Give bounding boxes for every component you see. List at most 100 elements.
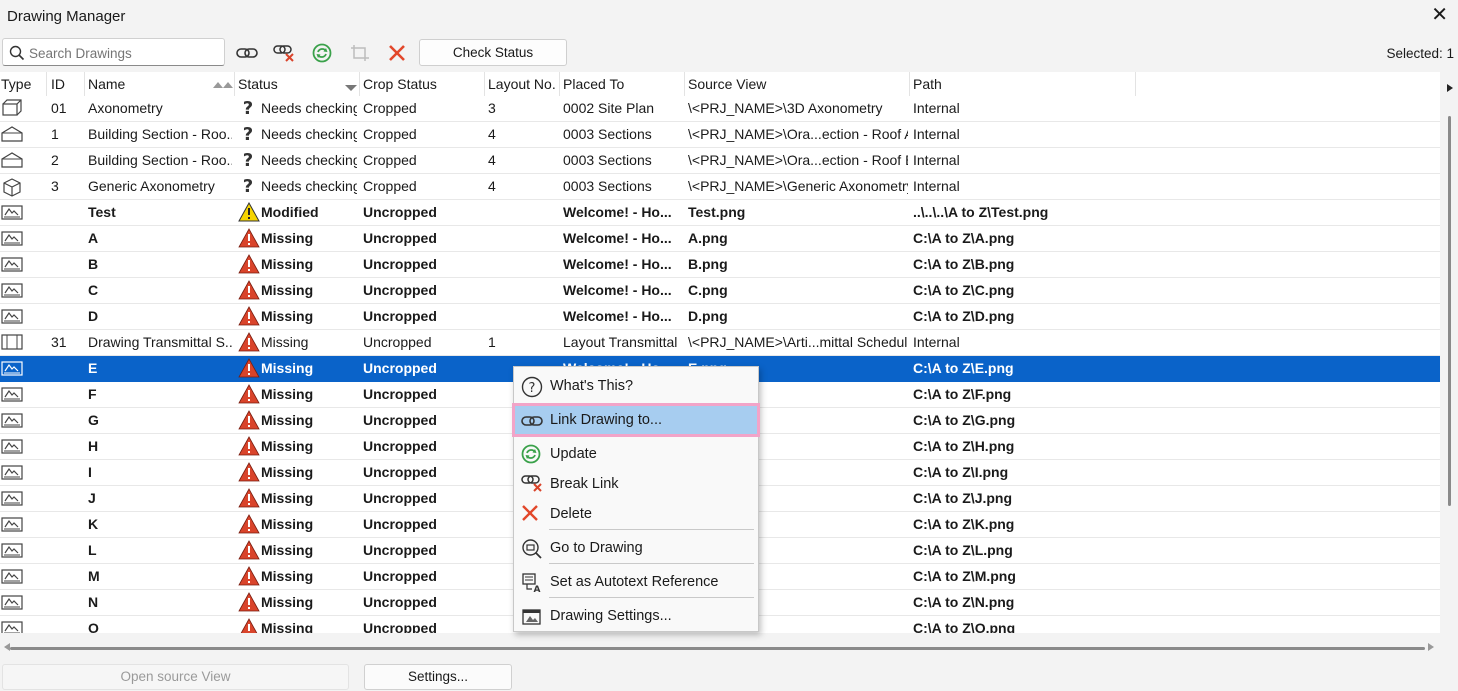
cell-status: Missing — [261, 542, 314, 558]
update-icon[interactable] — [310, 42, 334, 64]
image-icon — [1, 385, 23, 406]
scroll-right-arrow-icon[interactable] — [1447, 80, 1453, 95]
table-row[interactable]: ? 01 Axonometry Needs checking Cropped 3 0002 … — [0, 96, 1440, 122]
error-icon — [238, 566, 260, 589]
image-icon — [1, 307, 23, 328]
table-row[interactable]: C Missing Uncropped Welcome! - Ho... C.png C:… — [0, 278, 1440, 304]
open-source-view-button[interactable]: Open source View — [2, 664, 349, 690]
image-icon — [1, 567, 23, 588]
menu-item-link-drawing[interactable]: Link Drawing to... — [512, 403, 760, 437]
cell-name: A — [88, 230, 99, 246]
cell-status: Missing — [261, 308, 314, 324]
cell-source-view: \<PRJ_NAME>\Ora...ection - Roof A — [688, 126, 908, 142]
col-status[interactable]: Status — [238, 76, 278, 92]
col-type[interactable]: Type — [1, 76, 31, 92]
horizontal-scrollbar[interactable] — [0, 633, 1440, 653]
cell-crop-status: Cropped — [363, 126, 417, 142]
cell-path: C:\A to Z\D.png — [913, 308, 1015, 324]
context-menu: ? What's This? Link Drawing to... Update… — [512, 366, 760, 632]
cell-status: Missing — [261, 230, 314, 246]
cell-name: Generic Axonometry — [88, 178, 215, 194]
col-id[interactable]: ID — [51, 76, 65, 92]
cell-placed-to: Layout Transmittal — [563, 334, 678, 350]
table-row[interactable]: D Missing Uncropped Welcome! - Ho... D.png C:… — [0, 304, 1440, 330]
cell-placed-to: 0003 Sections — [563, 152, 652, 168]
col-crop-status[interactable]: Crop Status — [363, 76, 437, 92]
cell-name: J — [88, 490, 96, 506]
help-icon: ? — [521, 376, 543, 401]
menu-item-drawing-settings[interactable]: Drawing Settings... — [515, 602, 757, 630]
cell-status: Missing — [261, 282, 314, 298]
image-icon — [1, 463, 23, 484]
error-icon — [238, 332, 260, 355]
axonometry-icon — [1, 99, 23, 120]
menu-item-update[interactable]: Update — [515, 440, 757, 468]
error-icon — [238, 436, 260, 459]
image-icon — [1, 541, 23, 562]
link-icon[interactable] — [235, 42, 259, 64]
title-bar: Drawing Manager ✕ — [0, 0, 1458, 34]
svg-text:?: ? — [243, 150, 253, 170]
vertical-scrollbar[interactable] — [1440, 72, 1458, 633]
cell-crop-status: Uncropped — [363, 282, 437, 298]
autotext-icon: A — [521, 572, 543, 597]
col-name[interactable]: Name — [88, 76, 125, 92]
cell-source-view: Test.png — [688, 204, 746, 220]
cell-path: Internal — [913, 334, 960, 350]
search-input[interactable] — [29, 43, 219, 63]
cell-crop-status: Cropped — [363, 178, 417, 194]
link-icon — [521, 410, 543, 431]
col-source-view[interactable]: Source View — [688, 76, 766, 92]
scroll-right-icon[interactable] — [1428, 639, 1434, 654]
schedule-icon — [1, 333, 23, 354]
col-layout-no[interactable]: Layout No. — [488, 76, 556, 92]
table-row[interactable]: ? 2 Building Section - Roo... Needs checkin… — [0, 148, 1440, 174]
cell-placed-to: 0003 Sections — [563, 126, 652, 142]
svg-text:?: ? — [243, 176, 253, 196]
question-icon: ? — [238, 176, 258, 199]
cell-placed-to: Welcome! - Ho... — [563, 204, 672, 220]
cell-path: Internal — [913, 126, 960, 142]
error-icon — [238, 358, 260, 381]
cell-path: C:\A to Z\L.png — [913, 542, 1013, 558]
scroll-left-arrow-icon[interactable] — [4, 639, 10, 654]
table-row[interactable]: 31 Drawing Transmittal S... Missing Uncropp… — [0, 330, 1440, 356]
search-box[interactable] — [2, 38, 225, 66]
col-path[interactable]: Path — [913, 76, 942, 92]
check-status-button[interactable]: Check Status — [419, 39, 567, 66]
cell-crop-status: Uncropped — [363, 360, 437, 376]
table-row[interactable]: ? 3 Generic Axonometry Needs checking Croppe… — [0, 174, 1440, 200]
selected-count: Selected: 1 — [1386, 46, 1454, 61]
cell-crop-status: Uncropped — [363, 542, 437, 558]
svg-text:?: ? — [529, 381, 536, 396]
close-icon[interactable]: ✕ — [1431, 5, 1448, 25]
menu-item-whats-this[interactable]: ? What's This? — [515, 372, 757, 400]
cell-status: Missing — [261, 334, 309, 350]
table-row[interactable]: ? 1 Building Section - Roo... Needs checkin… — [0, 122, 1440, 148]
error-icon — [238, 410, 260, 433]
search-icon — [9, 45, 25, 61]
menu-item-delete[interactable]: Delete — [515, 500, 757, 528]
col-placed-to[interactable]: Placed To — [563, 76, 624, 92]
image-icon — [1, 593, 23, 614]
vertical-scroll-thumb[interactable] — [1448, 116, 1451, 506]
table-row[interactable]: A Missing Uncropped Welcome! - Ho... A.png C:… — [0, 226, 1440, 252]
table-row[interactable]: Test Modified Uncropped Welcome! - Ho... Tes… — [0, 200, 1440, 226]
cell-status: Modified — [261, 204, 319, 220]
cell-id: 31 — [51, 334, 67, 350]
menu-label-link-drawing: Link Drawing to... — [550, 412, 663, 428]
error-icon — [238, 618, 260, 633]
menu-item-set-autotext[interactable]: A Set as Autotext Reference — [515, 568, 757, 596]
break-link-icon[interactable] — [272, 42, 296, 64]
horizontal-scroll-thumb[interactable] — [10, 647, 1425, 650]
delete-icon[interactable] — [385, 42, 409, 64]
menu-item-go-to-drawing[interactable]: Go to Drawing — [515, 534, 757, 562]
cube-icon — [1, 177, 23, 200]
cell-name: C — [88, 282, 99, 298]
cell-layout-no: 1 — [488, 334, 496, 350]
cell-layout-no: 4 — [488, 152, 496, 168]
table-row[interactable]: B Missing Uncropped Welcome! - Ho... B.png C:… — [0, 252, 1440, 278]
settings-button[interactable]: Settings... — [364, 664, 512, 690]
cell-placed-to: Welcome! - Ho... — [563, 230, 672, 246]
menu-item-break-link[interactable]: Break Link — [515, 470, 757, 498]
